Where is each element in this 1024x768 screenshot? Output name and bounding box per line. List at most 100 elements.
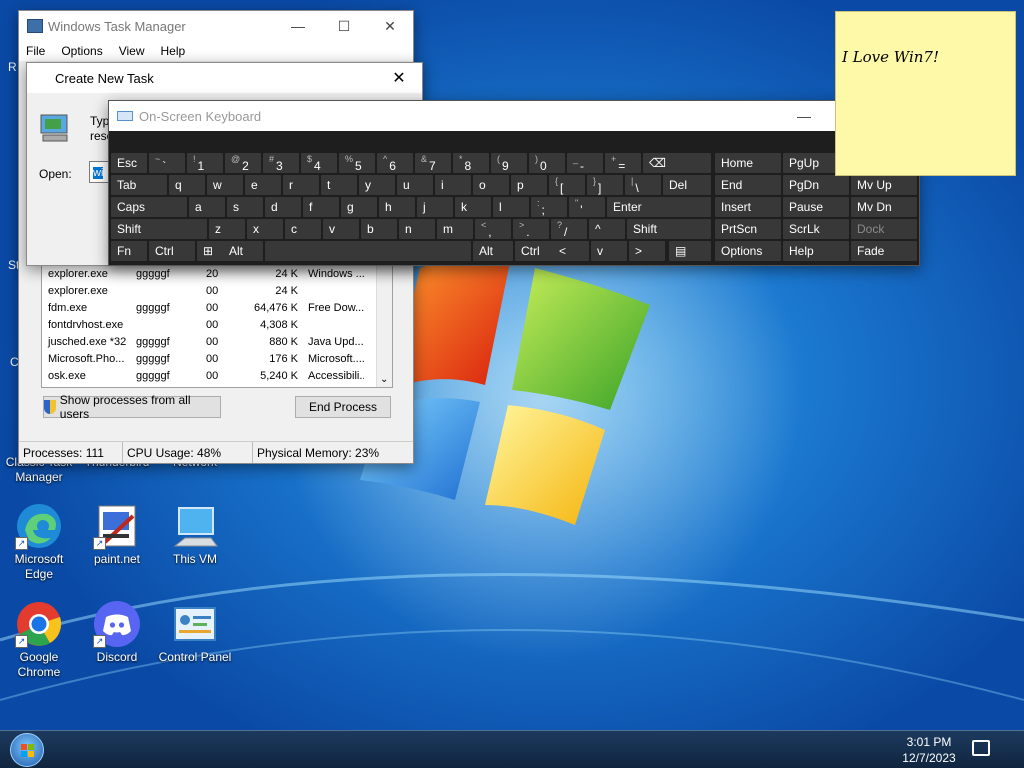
key-nav-3-1[interactable]: ScrLk (783, 219, 849, 239)
osk-titlebar[interactable]: On-Screen Keyboard — ☐ ✕ (109, 101, 919, 131)
desktop-icon-this-vm[interactable]: This VM (156, 502, 234, 567)
key-9[interactable]: * 8 (453, 153, 489, 173)
clock[interactable]: 3:01 PM 12/7/2023 (896, 734, 962, 766)
key-r2-3[interactable]: e (245, 175, 281, 195)
key-r4-1[interactable]: z (209, 219, 245, 239)
key-nav-2-2[interactable]: Mv Dn (851, 197, 917, 217)
key-enter[interactable]: Enter (607, 197, 711, 217)
key-r2-6[interactable]: y (359, 175, 395, 195)
process-row[interactable]: fontdrvhost.exe 00 4,308 K (42, 316, 392, 333)
key-r3-3[interactable]: d (265, 197, 301, 217)
key-nav-1-2[interactable]: Mv Up (851, 175, 917, 195)
key-r3-7[interactable]: j (417, 197, 453, 217)
key-nav-4-2[interactable]: Fade (851, 241, 917, 261)
key-r4-7[interactable]: m (437, 219, 473, 239)
key-7[interactable]: ^ 6 (377, 153, 413, 173)
key-10[interactable]: (9 (491, 153, 527, 173)
key-r3-2[interactable]: s (227, 197, 263, 217)
key-r4-6[interactable]: n (399, 219, 435, 239)
key-nav-1-0[interactable]: End (715, 175, 781, 195)
key-r3-1[interactable]: a (189, 197, 225, 217)
key-r5-3[interactable]: Alt (223, 241, 263, 261)
key-r3-8[interactable]: k (455, 197, 491, 217)
key-backspace[interactable]: ⌫ (643, 153, 711, 173)
key-nav-4-0[interactable]: Options (715, 241, 781, 261)
key-nav-2-1[interactable]: Pause (783, 197, 849, 217)
key-r2-9[interactable]: o (473, 175, 509, 195)
key-r2-10[interactable]: p (511, 175, 547, 195)
key-nav-1-1[interactable]: PgDn (783, 175, 849, 195)
key-r5-7[interactable]: < (553, 241, 589, 261)
key-r3-4[interactable]: f (303, 197, 339, 217)
menu-view[interactable]: View (119, 44, 145, 58)
key-del[interactable]: Del (663, 175, 711, 195)
key-11[interactable]: ) 0 (529, 153, 565, 173)
key-6[interactable]: % 5 (339, 153, 375, 173)
desktop-icon-microsoft-edge[interactable]: ↗ Microsoft Edge (0, 502, 78, 582)
key-tab[interactable]: Tab (111, 175, 167, 195)
process-row[interactable]: explorer.exe gggggf 20 24 K Windows ... (42, 265, 392, 282)
menu-file[interactable]: File (26, 44, 45, 58)
minimize-icon[interactable]: — (275, 18, 321, 34)
key-nav-4-1[interactable]: Help (783, 241, 849, 261)
key-r3-10[interactable]: :; (531, 197, 567, 217)
key-r5-1[interactable]: Ctrl (149, 241, 195, 261)
key-r3-5[interactable]: g (341, 197, 377, 217)
key-r4-3[interactable]: c (285, 219, 321, 239)
key-esc[interactable]: Esc (111, 153, 147, 173)
key-r4-11[interactable]: ^ (589, 219, 625, 239)
key-r5-9[interactable]: > (629, 241, 665, 261)
key-nav-2-0[interactable]: Insert (715, 197, 781, 217)
key-r5-6[interactable]: Ctrl (515, 241, 555, 261)
key-r2-4[interactable]: r (283, 175, 319, 195)
create-task-titlebar[interactable]: Create New Task ✕ (27, 63, 422, 93)
key-r2-13[interactable]: | \ (625, 175, 661, 195)
key-r2-7[interactable]: u (397, 175, 433, 195)
key-r2-8[interactable]: i (435, 175, 471, 195)
key-r5-0[interactable]: Fn (111, 241, 147, 261)
close-icon[interactable]: ✕ (376, 68, 422, 88)
scrollbar[interactable]: ⌄ (376, 265, 392, 387)
key-r5-10[interactable]: ▤ (669, 241, 711, 261)
process-row[interactable]: Microsoft.Pho... gggggf 00 176 K Microsoft..… (42, 350, 392, 367)
key-4[interactable]: #3 (263, 153, 299, 173)
key-r2-2[interactable]: w (207, 175, 243, 195)
key-12[interactable]: _ - (567, 153, 603, 173)
process-list[interactable]: explorer.exe gggggf 20 24 K Windows ... explo… (41, 264, 393, 388)
key-r3-11[interactable]: " ' (569, 197, 605, 217)
key-r2-12[interactable]: }] (587, 175, 623, 195)
key-shift-left[interactable]: Shift (111, 219, 207, 239)
key-nav-3-0[interactable]: PrtScn (715, 219, 781, 239)
sticky-note[interactable]: I Love Win7! (835, 11, 1016, 176)
key-1[interactable]: ~ ` (149, 153, 185, 173)
process-row[interactable]: jusched.exe *32 gggggf 00 880 K Java Upd... (42, 333, 392, 350)
maximize-icon[interactable]: ☐ (321, 18, 367, 35)
notification-icon[interactable] (972, 740, 990, 756)
key-3[interactable]: @2 (225, 153, 261, 173)
key-nav-3-2[interactable]: Dock (851, 219, 917, 239)
key-r3-6[interactable]: h (379, 197, 415, 217)
task-manager-titlebar[interactable]: Windows Task Manager — ☐ ✕ (19, 11, 413, 41)
key-2[interactable]: ! 1 (187, 153, 223, 173)
scroll-down-icon[interactable]: ⌄ (380, 374, 388, 385)
desktop-icon-google-chrome[interactable]: ↗ Google Chrome (0, 600, 78, 680)
start-button[interactable] (10, 733, 44, 767)
process-row[interactable]: explorer.exe 00 24 K (42, 282, 392, 299)
key-r3-9[interactable]: l (493, 197, 529, 217)
desktop-icon-paintnet[interactable]: ↗ paint.net (78, 502, 156, 567)
key-r2-5[interactable]: t (321, 175, 357, 195)
key-r5-5[interactable]: Alt (473, 241, 513, 261)
key-r4-10[interactable]: ? / (551, 219, 587, 239)
desktop-icon-control-panel[interactable]: Control Panel (156, 600, 234, 665)
key-r4-9[interactable]: >. (513, 219, 549, 239)
key-r5-4[interactable] (265, 241, 471, 261)
key-shift-right[interactable]: Shift (627, 219, 711, 239)
menu-options[interactable]: Options (61, 44, 102, 58)
key-r5-8[interactable]: v (591, 241, 627, 261)
sticky-note-text[interactable]: I Love Win7! (842, 48, 939, 66)
key-r4-4[interactable]: v (323, 219, 359, 239)
key-5[interactable]: $4 (301, 153, 337, 173)
key-r2-1[interactable]: q (169, 175, 205, 195)
show-all-processes-button[interactable]: Show processes from all users (43, 393, 221, 421)
minimize-icon[interactable]: — (781, 108, 827, 124)
